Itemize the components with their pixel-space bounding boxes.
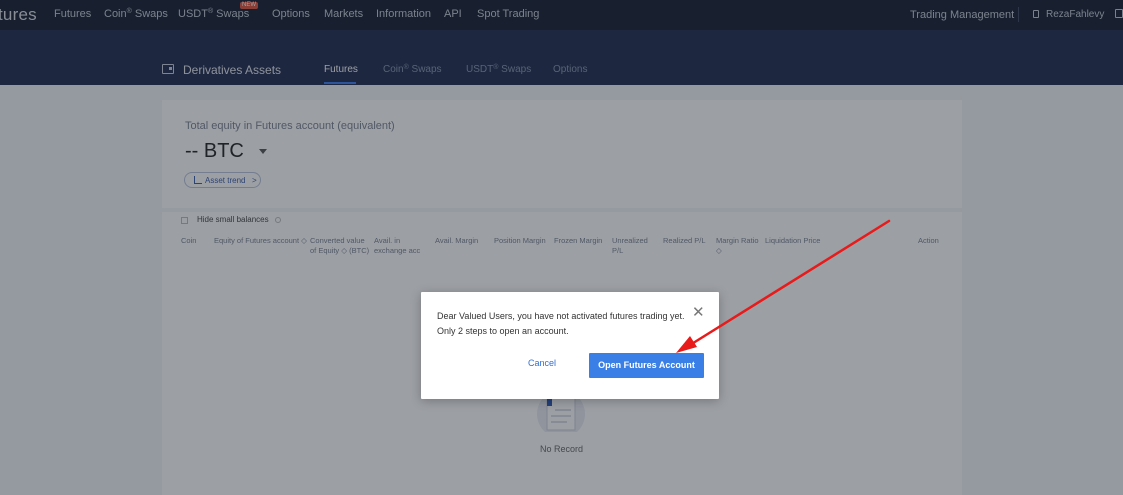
- dialog-message: Dear Valued Users, you have not activate…: [437, 311, 685, 336]
- open-futures-account-button[interactable]: Open Futures Account: [589, 353, 704, 378]
- cancel-button[interactable]: Cancel: [518, 358, 566, 368]
- activate-futures-dialog: Dear Valued Users, you have not activate…: [421, 292, 719, 399]
- close-icon[interactable]: ✕: [692, 305, 705, 320]
- modal-backdrop[interactable]: [0, 0, 1123, 495]
